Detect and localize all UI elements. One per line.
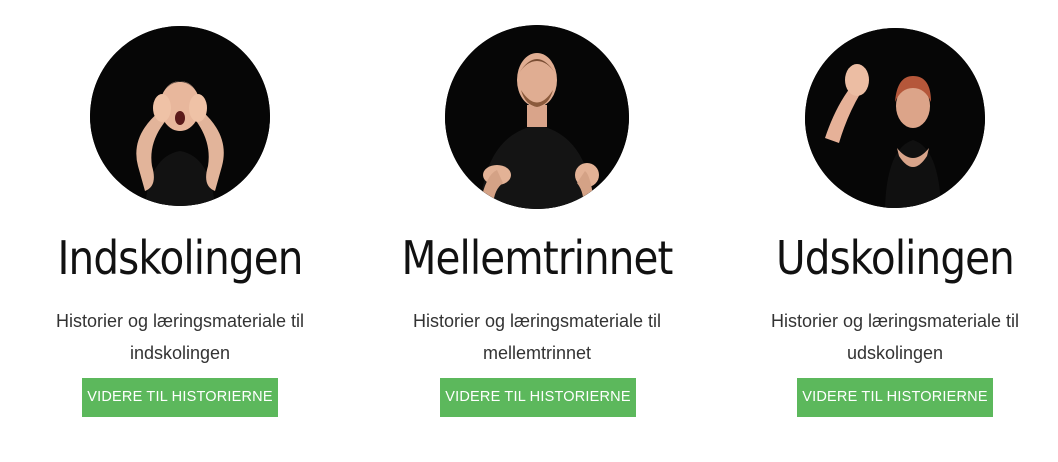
person-signing-icon <box>90 26 270 206</box>
card-title: Mellemtrinnet <box>401 231 673 285</box>
card-title: Udskolingen <box>776 231 1015 285</box>
card-description: Historier og læringsmateriale til mellem… <box>412 311 662 363</box>
card-description: Historier og læringsmateriale til udskol… <box>770 311 1020 363</box>
person-signing-icon <box>805 28 985 208</box>
person-signing-icon <box>445 25 629 209</box>
card-description: Historier og læringsmateriale til indsko… <box>55 311 305 363</box>
continue-to-stories-button[interactable]: VIDERE TIL HISTORIERNE <box>82 378 278 417</box>
continue-to-stories-button[interactable]: VIDERE TIL HISTORIERNE <box>797 378 993 417</box>
card-title: Indskolingen <box>57 231 304 285</box>
category-cards-row: Indskolingen Historier og læringsmateria… <box>0 0 1058 462</box>
continue-to-stories-button[interactable]: VIDERE TIL HISTORIERNE <box>440 378 636 417</box>
avatar-photo[interactable] <box>445 25 629 209</box>
avatar-photo[interactable] <box>90 26 270 206</box>
avatar-photo[interactable] <box>805 28 985 208</box>
